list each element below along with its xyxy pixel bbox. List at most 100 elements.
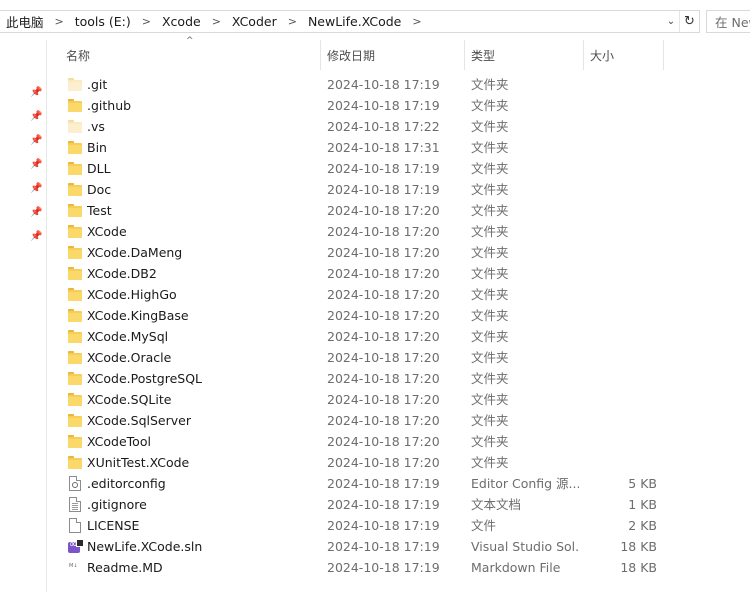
breadcrumb-item-xcoder[interactable]: XCoder >: [230, 11, 306, 32]
breadcrumb-label: 此电脑: [6, 15, 44, 30]
chevron-right-icon[interactable]: >: [403, 15, 430, 28]
breadcrumb-item-current[interactable]: NewLife.XCode >: [306, 11, 431, 32]
folder-icon: [68, 287, 84, 302]
chevron-right-icon[interactable]: >: [133, 15, 160, 28]
file-date: 2024-10-18 17:19: [327, 182, 440, 197]
file-name: NewLife.XCode.sln: [87, 539, 203, 554]
search-input[interactable]: 在 NewLife.XCode 中搜索: [706, 10, 750, 33]
breadcrumb-label: Xcode: [161, 14, 201, 29]
file-name: XCode: [87, 224, 127, 239]
chevron-down-icon[interactable]: ⌄: [663, 11, 679, 32]
file-row[interactable]: Test 2024-10-18 17:20 文件夹: [48, 200, 750, 221]
file-row[interactable]: XCode.Oracle 2024-10-18 17:20 文件夹: [48, 347, 750, 368]
folder-icon: [68, 245, 84, 260]
breadcrumb-item-drive[interactable]: tools (E:) >: [73, 11, 160, 32]
file-name: XUnitTest.XCode: [87, 455, 190, 470]
file-row[interactable]: NewLife.XCode.sln 2024-10-18 17:19 Visual …: [48, 536, 750, 557]
file-name: .editorconfig: [87, 476, 166, 491]
chevron-right-icon[interactable]: >: [203, 15, 230, 28]
file-name: Test: [87, 203, 112, 218]
file-row[interactable]: XCode.DB2 2024-10-18 17:20 文件夹: [48, 263, 750, 284]
column-header-date[interactable]: 修改日期: [321, 40, 465, 70]
column-headers: ^ 名称 修改日期 类型 大小: [48, 36, 750, 70]
file-name: LICENSE: [87, 518, 140, 533]
file-row[interactable]: XCode.DaMeng 2024-10-18 17:20 文件夹: [48, 242, 750, 263]
file-row[interactable]: XCode.HighGo 2024-10-18 17:20 文件夹: [48, 284, 750, 305]
file-name: .gitignore: [87, 497, 147, 512]
file-name: DLL: [87, 161, 111, 176]
pin-icon: 📌: [30, 135, 43, 146]
file-date: 2024-10-18 17:20: [327, 308, 440, 323]
file-row[interactable]: Doc 2024-10-18 17:19 文件夹: [48, 179, 750, 200]
navigation-pane: 📌 📌 📌 📌 📌 📌 📌: [0, 40, 47, 592]
file-name: Doc: [87, 182, 112, 197]
breadcrumb-label: tools (E:): [74, 14, 131, 29]
file-type: 文件夹: [471, 266, 509, 281]
file-row[interactable]: DLL 2024-10-18 17:19 文件夹: [48, 158, 750, 179]
file-row[interactable]: XCode.SQLite 2024-10-18 17:20 文件夹: [48, 389, 750, 410]
file-name: Readme.MD: [87, 560, 163, 575]
folder-icon: [68, 350, 84, 365]
file-type: Editor Config 源...: [471, 476, 579, 491]
file-name: Bin: [87, 140, 107, 155]
pin-icon: 📌: [30, 87, 43, 98]
address-bar[interactable]: 此电脑 > tools (E:) > Xcode > XCoder > NewL…: [0, 10, 700, 33]
file-row[interactable]: XCode.PostgreSQL 2024-10-18 17:20 文件夹: [48, 368, 750, 389]
file-type: 文件夹: [471, 140, 509, 155]
file-date: 2024-10-18 17:20: [327, 287, 440, 302]
file-row[interactable]: Bin 2024-10-18 17:31 文件夹: [48, 137, 750, 158]
column-header-size[interactable]: 大小: [584, 40, 664, 70]
file-list: .git 2024-10-18 17:19 文件夹 .github 2024-10-18…: [48, 74, 750, 578]
breadcrumb-item-xcode[interactable]: Xcode >: [160, 11, 230, 32]
file-date: 2024-10-18 17:20: [327, 350, 440, 365]
file-row[interactable]: .editorconfig 2024-10-18 17:19 Editor Conf…: [48, 473, 750, 494]
chevron-right-icon[interactable]: >: [46, 15, 73, 28]
file-row[interactable]: Readme.MD 2024-10-18 17:19 Markdown File 18…: [48, 557, 750, 578]
file-row[interactable]: XCodeTool 2024-10-18 17:20 文件夹: [48, 431, 750, 452]
text-file-icon: [68, 497, 84, 512]
file-date: 2024-10-18 17:20: [327, 392, 440, 407]
column-header-type[interactable]: 类型: [465, 40, 584, 70]
folder-icon: [68, 266, 84, 281]
file-date: 2024-10-18 17:19: [327, 560, 440, 575]
file-size: 18 KB: [620, 560, 657, 575]
file-name: .git: [87, 77, 108, 92]
file-row[interactable]: XCode 2024-10-18 17:20 文件夹: [48, 221, 750, 242]
file-name: .github: [87, 98, 132, 113]
markdown-file-icon: [68, 560, 84, 575]
file-type: 文件夹: [471, 434, 509, 449]
breadcrumb-label: XCoder: [231, 14, 277, 29]
folder-hidden-icon: [68, 119, 84, 134]
file-row[interactable]: XCode.KingBase 2024-10-18 17:20 文件夹: [48, 305, 750, 326]
file-date: 2024-10-18 17:20: [327, 455, 440, 470]
file-type: 文件夹: [471, 182, 509, 197]
sort-ascending-icon: ^: [186, 36, 194, 46]
file-date: 2024-10-18 17:20: [327, 329, 440, 344]
file-type: 文件夹: [471, 308, 509, 323]
pin-icon: 📌: [30, 207, 43, 218]
column-header-name[interactable]: ^ 名称: [48, 36, 321, 70]
folder-hidden-icon: [68, 77, 84, 92]
file-row[interactable]: .vs 2024-10-18 17:22 文件夹: [48, 116, 750, 137]
breadcrumb-item-this-pc[interactable]: 此电脑 >: [0, 11, 73, 32]
file-date: 2024-10-18 17:19: [327, 77, 440, 92]
file-row[interactable]: XCode.MySql 2024-10-18 17:20 文件夹: [48, 326, 750, 347]
column-header-label: 修改日期: [327, 48, 376, 63]
file-type: 文件夹: [471, 203, 509, 218]
file-row[interactable]: XCode.SqlServer 2024-10-18 17:20 文件夹: [48, 410, 750, 431]
file-name: XCode.SqlServer: [87, 413, 191, 428]
file-date: 2024-10-18 17:19: [327, 539, 440, 554]
file-row[interactable]: .github 2024-10-18 17:19 文件夹: [48, 95, 750, 116]
pin-icon: 📌: [30, 111, 43, 122]
file-type: 文件夹: [471, 287, 509, 302]
file-name: XCode.SQLite: [87, 392, 172, 407]
file-date: 2024-10-18 17:20: [327, 434, 440, 449]
chevron-right-icon[interactable]: >: [279, 15, 306, 28]
file-row[interactable]: .git 2024-10-18 17:19 文件夹: [48, 74, 750, 95]
file-row[interactable]: XUnitTest.XCode 2024-10-18 17:20 文件夹: [48, 452, 750, 473]
pin-icon: 📌: [30, 159, 43, 170]
file-row[interactable]: .gitignore 2024-10-18 17:19 文本文档 1 KB: [48, 494, 750, 515]
refresh-icon[interactable]: ↻: [679, 11, 699, 32]
file-size: 18 KB: [620, 539, 657, 554]
file-row[interactable]: LICENSE 2024-10-18 17:19 文件 2 KB: [48, 515, 750, 536]
